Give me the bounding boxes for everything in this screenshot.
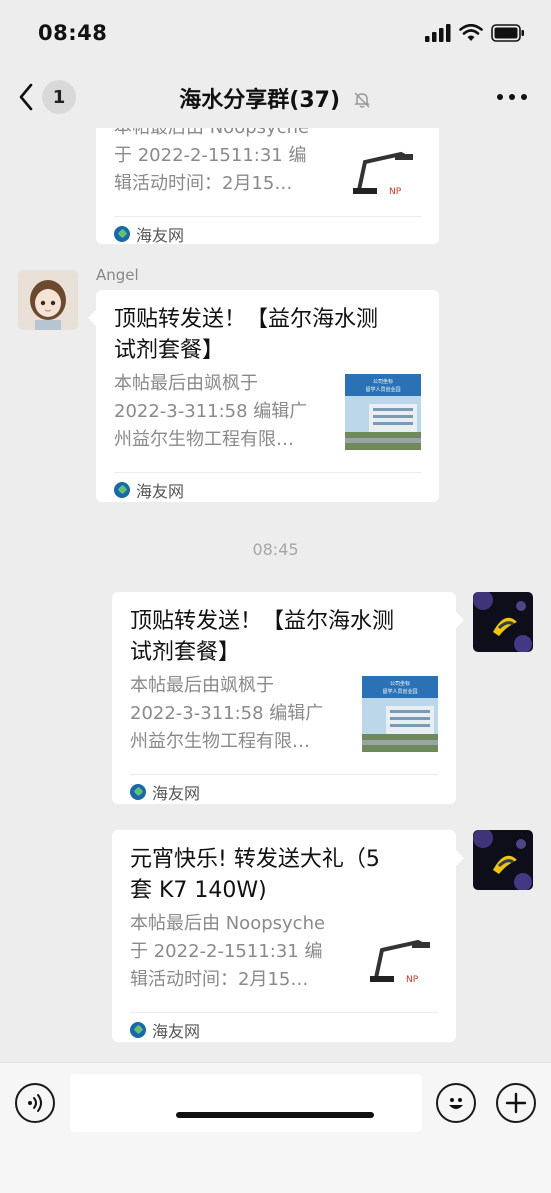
thumb-caption: 公司坐标	[373, 378, 393, 385]
message-timestamp: 08:45	[252, 540, 299, 559]
wifi-icon	[459, 24, 483, 41]
desc-line: 辑活动时间：2月15…	[130, 969, 309, 990]
source-name: 海友网	[152, 1022, 201, 1041]
lamp-icon: NP	[362, 920, 438, 996]
card-description: 本帖最后由 Noopsyche 于 2022-2-1511:31 编 辑活动时间…	[114, 128, 322, 198]
title-line: 试剂套餐】	[114, 338, 225, 363]
title-line: 顶贴转发送！【益尔海水测	[114, 307, 379, 332]
card-source: 海友网	[130, 1018, 200, 1042]
desc-line: 本帖最后由 Noopsyche	[130, 913, 326, 934]
emoji-button[interactable]	[436, 1083, 476, 1123]
lamp-product-image: NP	[345, 132, 421, 208]
card-source: 海友网	[130, 780, 200, 804]
signal-icon	[425, 24, 451, 42]
avatar[interactable]	[473, 592, 533, 652]
bubble-tail	[456, 612, 464, 628]
link-card-message[interactable]: 顶贴转发送！【益尔海水测 试剂套餐】 本帖最后由飒枫于 2022-3-311:5…	[88, 290, 439, 502]
source-logo-icon	[130, 784, 146, 800]
chat-header: 1 海水分享群(37)	[0, 66, 551, 128]
building-photo-icon: 公司坐标 留学人员创业园	[345, 374, 421, 450]
desc-line: 本帖最后由飒枫于	[114, 373, 258, 394]
svg-text:NP: NP	[406, 975, 419, 985]
desc-line: 本帖最后由飒枫于	[130, 675, 274, 696]
desc-line: 2022-3-311:58 编辑广	[114, 401, 308, 422]
message-input-bar	[0, 1062, 551, 1193]
thumb-caption: 留学人员创业园	[365, 386, 400, 393]
building-image: 公司坐标 留学人员创业园	[345, 374, 421, 450]
title-line: 元宵快乐! 转发送大礼（5	[130, 847, 380, 872]
more-options-button[interactable]	[497, 86, 527, 108]
source-logo-icon	[114, 482, 130, 498]
voice-input-button[interactable]	[15, 1083, 55, 1123]
desc-line: 辑活动时间：2月15…	[114, 173, 293, 194]
link-card-message[interactable]: 元宵快乐! 转发送大礼（5 套 K7 140W) 本帖最后由 Noopsyche…	[112, 830, 464, 1042]
group-title: 海水分享群(37)	[0, 82, 551, 114]
system-icons	[425, 24, 525, 42]
lamp-icon: NP	[345, 132, 421, 208]
dot-icon	[497, 94, 503, 100]
desc-line: 州益尔生物工程有限…	[114, 429, 294, 450]
card-divider	[114, 472, 421, 473]
card-source: 海友网	[114, 222, 184, 246]
group-name: 海水分享群(37)	[179, 88, 341, 113]
card-description: 本帖最后由飒枫于 2022-3-311:58 编辑广 州益尔生物工程有限…	[114, 370, 322, 454]
more-functions-button[interactable]	[496, 1083, 536, 1123]
muted-bell-icon	[353, 92, 370, 108]
source-logo-icon	[130, 1022, 146, 1038]
voice-icon	[28, 1094, 42, 1112]
source-logo-icon	[114, 226, 130, 242]
card-divider	[130, 774, 438, 775]
dot-icon	[521, 94, 527, 100]
bubble-tail	[88, 310, 96, 326]
dot-icon	[509, 94, 515, 100]
desc-line: 2022-3-311:58 编辑广	[130, 703, 324, 724]
desc-line: 于 2022-2-1511:31 编	[114, 145, 307, 166]
card-divider	[114, 216, 421, 217]
source-name: 海友网	[136, 482, 185, 501]
chat-messages[interactable]: 本帖最后由 Noopsyche 于 2022-2-1511:31 编 辑活动时间…	[0, 128, 551, 1062]
desc-line: 本帖最后由 Noopsyche	[114, 128, 322, 142]
girl-avatar-icon	[18, 270, 78, 330]
desc-line: 州益尔生物工程有限…	[130, 731, 310, 752]
building-image: 公司坐标 留学人员创业园	[362, 676, 438, 752]
link-card-message[interactable]: 本帖最后由 Noopsyche 于 2022-2-1511:31 编 辑活动时间…	[96, 128, 439, 246]
card-title: 元宵快乐! 转发送大礼（5 套 K7 140W)	[130, 844, 380, 906]
message-text-input[interactable]	[70, 1074, 422, 1132]
battery-icon	[491, 24, 524, 42]
card-title: 顶贴转发送！【益尔海水测 试剂套餐】	[130, 606, 394, 668]
title-line: 试剂套餐】	[130, 640, 241, 665]
card-title: 顶贴转发送！【益尔海水测 试剂套餐】	[114, 304, 378, 366]
avatar[interactable]	[18, 270, 78, 330]
source-name: 海友网	[152, 784, 201, 803]
status-time: 08:48	[38, 21, 108, 45]
fish-avatar-icon	[473, 830, 533, 890]
bubble-tail	[456, 850, 464, 866]
fish-avatar-icon	[473, 592, 533, 652]
card-description: 本帖最后由 Noopsyche 于 2022-2-1511:31 编 辑活动时间…	[130, 910, 338, 994]
lamp-product-image: NP	[362, 920, 438, 996]
status-bar: 08:48	[0, 0, 551, 66]
building-photo-icon: 公司坐标 留学人员创业园	[362, 676, 438, 752]
svg-text:NP: NP	[389, 187, 402, 197]
sender-name: Angel	[96, 266, 139, 284]
plus-icon	[505, 1092, 527, 1114]
card-source: 海友网	[114, 478, 184, 502]
home-indicator	[176, 1112, 374, 1118]
card-description: 本帖最后由飒枫于 2022-3-311:58 编辑广 州益尔生物工程有限…	[130, 672, 338, 756]
title-line: 套 K7 140W)	[130, 878, 267, 903]
card-divider	[130, 1012, 438, 1013]
desc-line: 于 2022-2-1511:31 编	[130, 941, 323, 962]
title-line: 顶贴转发送！【益尔海水测	[130, 609, 395, 634]
thumb-caption: 公司坐标	[390, 680, 410, 687]
smiley-icon	[449, 1098, 463, 1109]
avatar[interactable]	[473, 830, 533, 890]
thumb-caption: 留学人员创业园	[382, 688, 417, 695]
source-name: 海友网	[136, 226, 185, 245]
link-card-message[interactable]: 顶贴转发送！【益尔海水测 试剂套餐】 本帖最后由飒枫于 2022-3-311:5…	[112, 592, 464, 804]
